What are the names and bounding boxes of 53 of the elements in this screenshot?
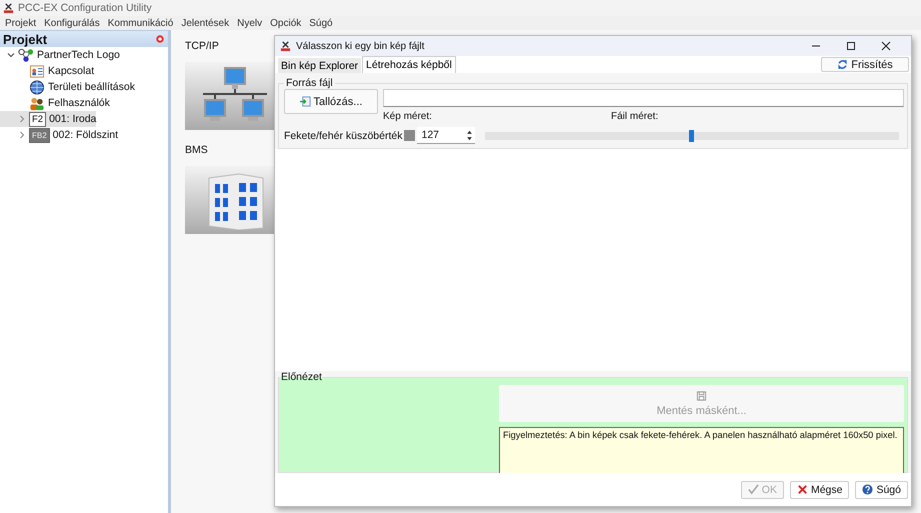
tree-item[interactable]: Kapcsolat (0, 63, 94, 79)
floor-badge: FB2 (29, 128, 50, 142)
tree-item[interactable]: FB2 002: Földszint (0, 127, 118, 143)
tree-item[interactable]: PartnerTech Logo (0, 47, 120, 63)
app-logo-icon (3, 2, 14, 14)
threshold-label: Fekete/fehér küszöbérték (284, 130, 402, 142)
close-icon[interactable] (881, 41, 891, 51)
module-label: TCP/IP (185, 40, 219, 52)
menu-item[interactable]: Kommunikáció (108, 18, 174, 28)
warning-message: Figyelmeztetés: A bin képek csak fekete-fehérek. A panelen használható alapméret 160x50 pixel. (499, 427, 904, 475)
add-file-icon (300, 96, 311, 107)
file-size-label: Fáil méret: (611, 111, 658, 122)
tab[interactable]: Létrehozás képből (362, 56, 456, 73)
refresh-button[interactable]: Frissítés (821, 57, 909, 72)
tree-item[interactable]: Területi beállítások (0, 79, 135, 95)
tree-item[interactable]: Felhasználók (0, 95, 110, 111)
users-icon (29, 96, 45, 110)
image-size-label: Kép méret: (383, 111, 433, 122)
window-title: PCC-EX Configuration Utility (18, 2, 152, 14)
contact-card-icon (29, 64, 45, 78)
menu-item[interactable]: Jelentések (181, 18, 230, 28)
help-icon (862, 484, 874, 495)
menu-item[interactable]: Projekt (5, 18, 36, 28)
group-title: Forrás fájl (285, 77, 334, 89)
browse-button[interactable]: Tallózás... (284, 89, 378, 114)
module-label: BMS (185, 144, 208, 156)
color-swatch (404, 130, 416, 141)
cross-icon (796, 484, 808, 495)
slider-thumb[interactable] (689, 130, 694, 142)
app-logo-icon (280, 40, 291, 52)
menu-item[interactable]: Nyelv (237, 18, 262, 28)
spinner-arrows-icon[interactable] (466, 130, 474, 140)
refresh-icon (837, 59, 848, 70)
group-title: Előnézet (280, 371, 323, 383)
help-button[interactable]: Súgó (855, 480, 908, 498)
file-path-field[interactable] (383, 89, 904, 107)
menu-item[interactable]: Súgó (309, 18, 333, 28)
save-icon (696, 390, 707, 402)
dialog-title: Válasszon ki egy bin kép fájlt (296, 40, 426, 52)
floor-badge: F2 (29, 112, 46, 126)
threshold-spinner[interactable]: 127 (417, 127, 476, 144)
menu-item[interactable]: Konfigurálás (44, 18, 100, 28)
tree-item[interactable]: F2 001: Iroda (0, 111, 96, 127)
chevron-icon[interactable] (7, 51, 15, 59)
checkmark-icon (748, 484, 759, 495)
maximize-icon[interactable] (846, 41, 856, 51)
menu-item[interactable]: Opciók (270, 18, 302, 28)
network-nodes-icon (18, 48, 34, 62)
globe-icon (29, 80, 45, 94)
panel-title: Projekt (3, 32, 48, 46)
cancel-button[interactable]: Mégse (790, 480, 850, 498)
pin-icon[interactable] (155, 34, 165, 44)
tab[interactable]: Bin kép Explorer (278, 58, 362, 73)
